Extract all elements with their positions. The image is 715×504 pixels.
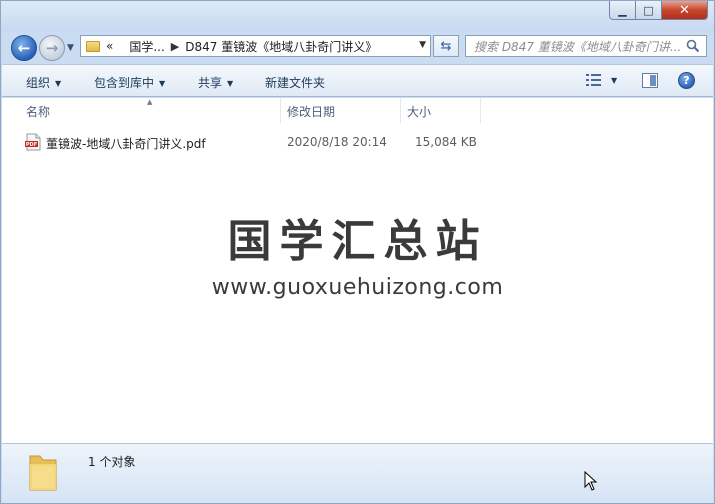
breadcrumb-current[interactable]: D847 董镜波《地域八卦奇门讲义》: [185, 38, 377, 55]
search-icon[interactable]: [686, 39, 700, 53]
folder-icon: [29, 455, 57, 491]
forward-button[interactable]: →: [39, 35, 65, 61]
file-list-area[interactable]: 名称 ▲ 修改日期 大小 PDF 董镜波-地域八卦奇门讲义.pdf 2020/8…: [2, 98, 713, 443]
breadcrumb-separator-icon[interactable]: ▶: [171, 40, 179, 53]
sort-ascending-icon: ▲: [147, 98, 153, 106]
watermark: 国学汇总站 www.guoxuehuizong.com: [2, 205, 713, 300]
folder-icon: [86, 40, 100, 52]
close-button[interactable]: ✕: [662, 1, 708, 20]
share-menu[interactable]: 共享 ▼: [198, 74, 233, 91]
explorer-window: ▁ □ ✕ ← → ▼ « 国学... ▶ D847 董镜波《地域八卦奇门讲义》…: [0, 0, 715, 504]
new-folder-label: 新建文件夹: [265, 76, 326, 90]
watermark-title: 国学汇总站: [227, 216, 488, 267]
pdf-file-icon: PDF: [25, 133, 41, 151]
chevron-down-icon: ▼: [55, 79, 62, 88]
preview-pane-icon[interactable]: [642, 73, 658, 88]
address-bar[interactable]: « 国学... ▶ D847 董镜波《地域八卦奇门讲义》 ▼: [80, 35, 431, 57]
refresh-icon: ⇆: [440, 38, 452, 54]
arrow-right-icon: →: [45, 39, 59, 57]
breadcrumb-parent[interactable]: 国学...: [129, 38, 164, 55]
organize-label: 组织: [26, 76, 51, 90]
chevron-down-icon: ▼: [227, 79, 234, 88]
column-size-label: 大小: [407, 105, 432, 119]
maximize-button[interactable]: □: [636, 1, 662, 20]
new-folder-button[interactable]: 新建文件夹: [265, 74, 325, 91]
include-in-library-menu[interactable]: 包含到库中 ▼: [94, 74, 165, 91]
search-input[interactable]: 搜索 D847 董镜波《地域八卦奇门讲...: [474, 38, 680, 55]
address-dropdown-icon[interactable]: ▼: [419, 40, 426, 50]
recent-pages-dropdown[interactable]: ▼: [67, 43, 74, 53]
help-icon[interactable]: ?: [678, 72, 695, 89]
details-pane: 1 个对象: [2, 443, 713, 503]
window-controls: ▁ □ ✕: [609, 1, 708, 20]
back-button[interactable]: ←: [11, 35, 37, 61]
breadcrumb-overflow-chevron[interactable]: «: [106, 39, 113, 53]
column-size[interactable]: 大小: [401, 98, 481, 123]
chevron-down-icon: ▼: [159, 79, 166, 88]
column-date-modified[interactable]: 修改日期: [281, 98, 401, 123]
file-row[interactable]: PDF 董镜波-地域八卦奇门讲义.pdf 2020/8/18 20:14 15,…: [24, 132, 494, 152]
column-name-label: 名称: [26, 105, 51, 119]
view-dropdown-icon[interactable]: ▼: [611, 76, 617, 85]
file-name[interactable]: 董镜波-地域八卦奇门讲义.pdf: [46, 135, 206, 152]
arrow-left-icon: ←: [17, 39, 31, 57]
title-bar: ▁ □ ✕: [1, 1, 714, 31]
navigation-bar: ← → ▼ « 国学... ▶ D847 董镜波《地域八卦奇门讲义》 ▼ ⇆ 搜…: [1, 31, 714, 61]
item-count: 1 个对象: [88, 455, 136, 469]
search-box[interactable]: 搜索 D847 董镜波《地域八卦奇门讲...: [465, 35, 707, 57]
command-bar: 组织 ▼ 包含到库中 ▼ 共享 ▼ 新建文件夹 ▼ ?: [2, 64, 713, 97]
refresh-button[interactable]: ⇆: [433, 35, 459, 57]
column-header: 名称 ▲ 修改日期 大小: [2, 98, 713, 123]
file-date: 2020/8/18 20:14: [287, 135, 387, 149]
share-label: 共享: [198, 76, 223, 90]
watermark-url: www.guoxuehuizong.com: [211, 275, 504, 300]
mouse-pointer-icon: [584, 471, 598, 491]
include-in-library-label: 包含到库中: [94, 76, 155, 90]
organize-menu[interactable]: 组织 ▼: [26, 74, 61, 91]
view-options-icon[interactable]: [586, 73, 602, 87]
file-size: 15,084 KB: [415, 135, 477, 149]
minimize-button[interactable]: ▁: [609, 1, 636, 20]
svg-text:PDF: PDF: [26, 142, 37, 148]
column-date-label: 修改日期: [287, 105, 336, 119]
